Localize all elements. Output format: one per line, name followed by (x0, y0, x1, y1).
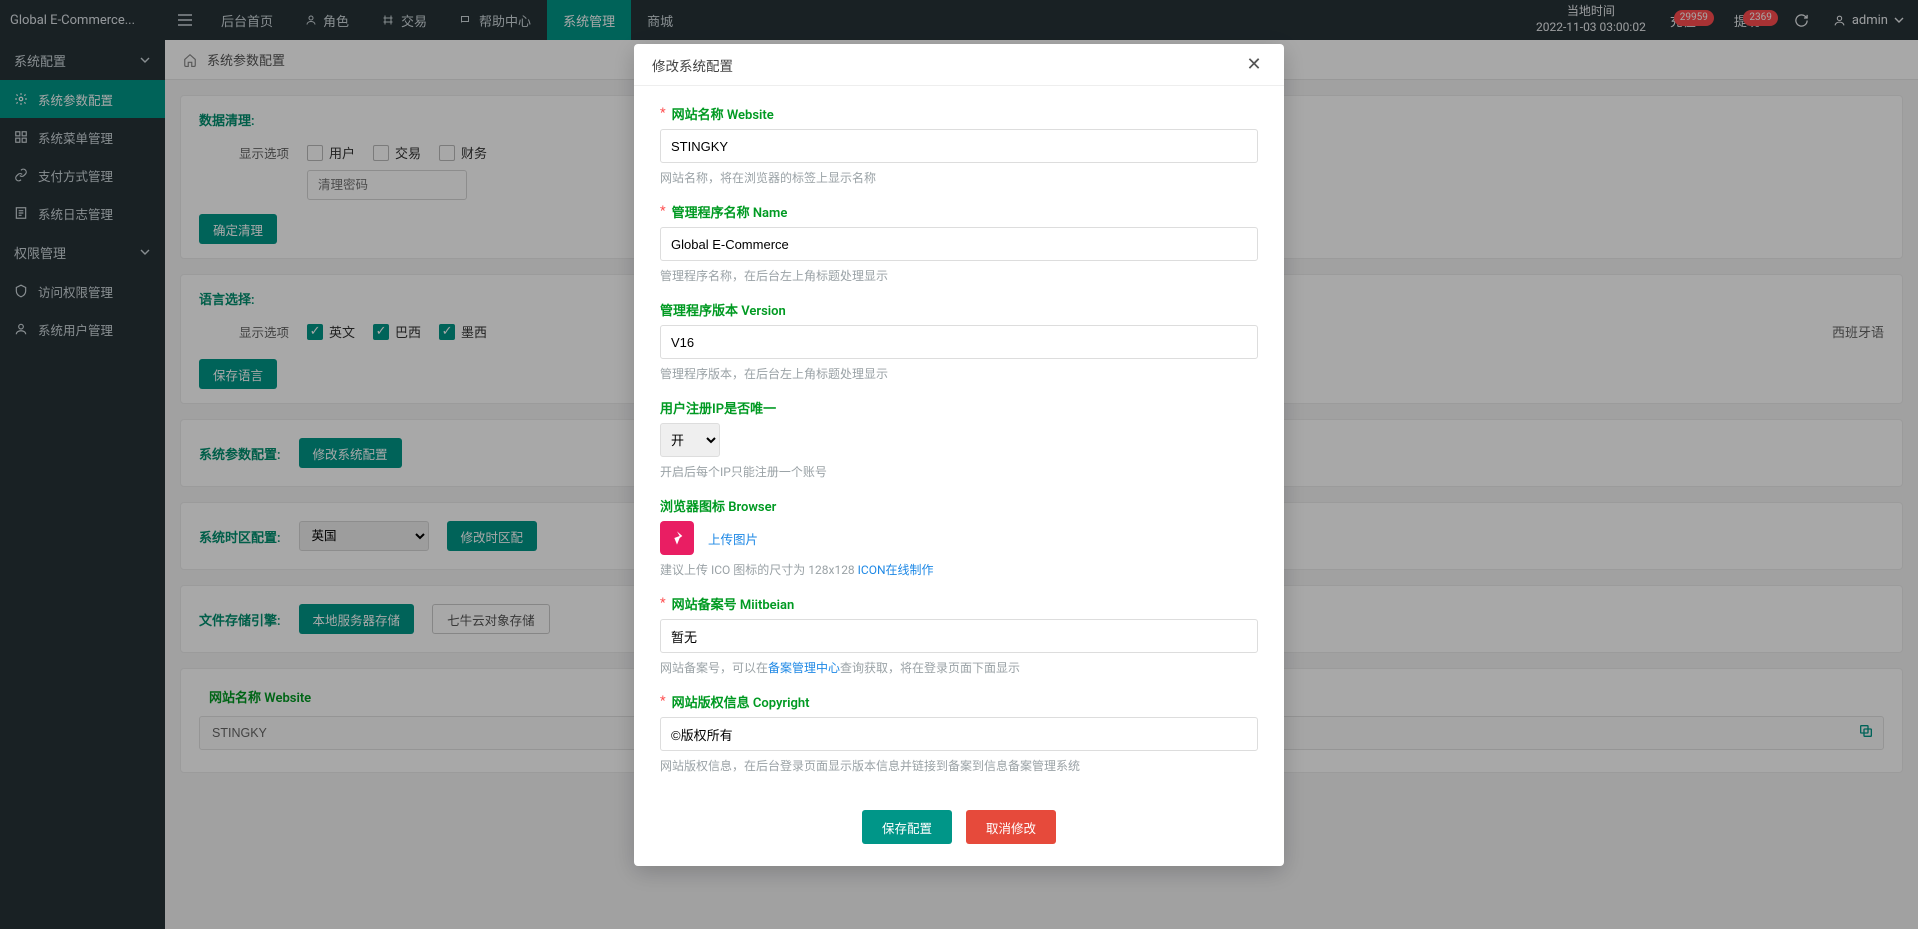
copyright-input[interactable] (660, 717, 1258, 751)
system-config-modal: 修改系统配置 ✕ *网站名称 Website 网站名称，将在浏览器的标签上显示名… (634, 44, 1284, 866)
beian-center-link[interactable]: 备案管理中心 (768, 661, 840, 675)
modal-title: 修改系统配置 (652, 55, 733, 75)
website-input[interactable] (660, 129, 1258, 163)
save-config-button[interactable]: 保存配置 (862, 810, 952, 844)
name-input[interactable] (660, 227, 1258, 261)
ip-unique-select[interactable]: 开 (660, 423, 720, 457)
cancel-config-button[interactable]: 取消修改 (966, 810, 1056, 844)
icon-maker-link[interactable]: ICON在线制作 (858, 563, 934, 577)
version-input[interactable] (660, 325, 1258, 359)
modal-close-button[interactable]: ✕ (1242, 54, 1266, 75)
upload-image-link[interactable]: 上传图片 (708, 529, 758, 548)
miitbeian-input[interactable] (660, 619, 1258, 653)
favicon-thumbnail[interactable] (660, 521, 694, 555)
